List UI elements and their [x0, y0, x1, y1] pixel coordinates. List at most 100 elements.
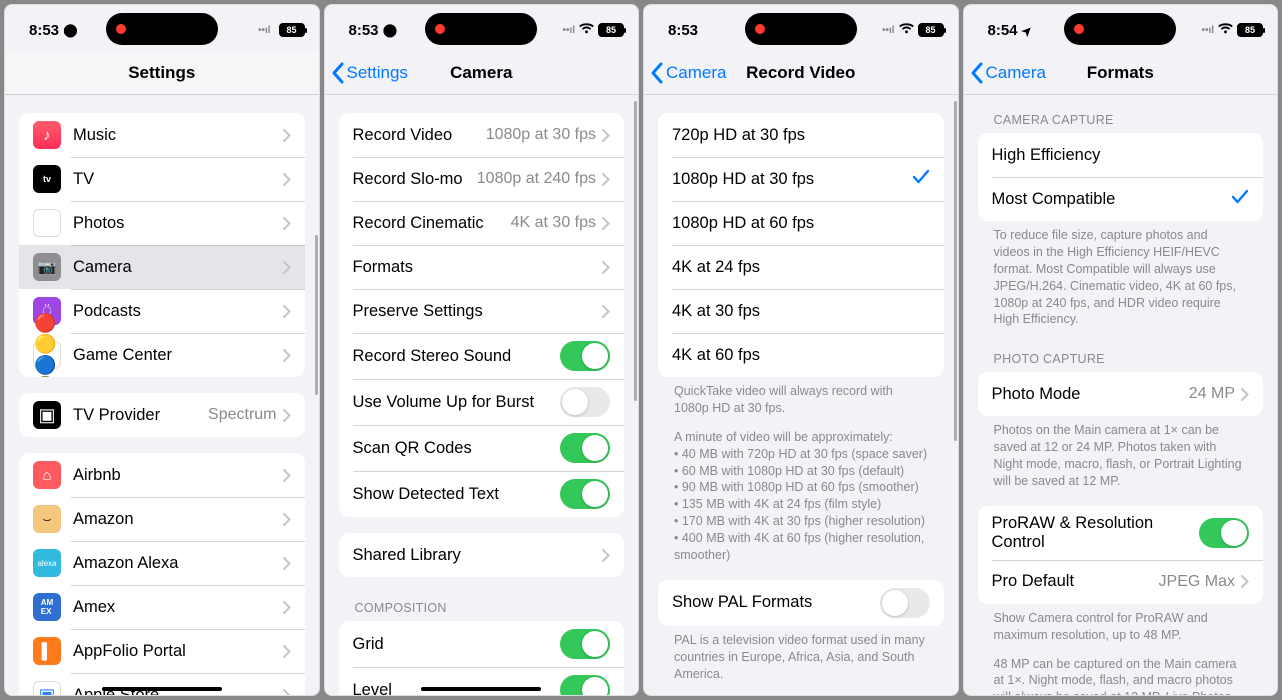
- row-volume-up-burst[interactable]: Use Volume Up for Burst: [339, 379, 625, 425]
- tv-provider-icon: ▣: [33, 401, 61, 429]
- toggle-proraw-control[interactable]: [1199, 518, 1249, 548]
- option-most-compatible[interactable]: Most Compatible: [978, 177, 1264, 221]
- row-formats[interactable]: Formats: [339, 245, 625, 289]
- settings-row-photos[interactable]: ❋ Photos: [19, 201, 305, 245]
- settings-row-alexa[interactable]: alexa Amazon Alexa: [19, 541, 305, 585]
- chevron-right-icon: [283, 469, 291, 482]
- battery-icon: 85: [1237, 23, 1263, 37]
- content-scroll[interactable]: ♪ Music tv TV ❋ Photos 📷 Camera ⍥ P: [5, 95, 319, 695]
- camera-capture-header: CAMERA CAPTURE: [994, 113, 1248, 127]
- option-720p-30[interactable]: 720p HD at 30 fps: [658, 113, 944, 157]
- content-scroll[interactable]: CAMERA CAPTURE High Efficiency Most Comp…: [964, 95, 1278, 695]
- navbar: Settings Camera: [325, 51, 639, 95]
- chevron-right-icon: [283, 689, 291, 696]
- row-grid[interactable]: Grid: [339, 621, 625, 667]
- photo-capture-footer: Photos on the Main camera at 1× can be s…: [994, 422, 1248, 490]
- content-scroll[interactable]: 720p HD at 30 fps 1080p HD at 30 fps 108…: [644, 95, 958, 695]
- back-button[interactable]: Camera: [970, 62, 1046, 84]
- chevron-right-icon: [283, 349, 291, 362]
- camera-group-composition: Grid Level Mirror Front Camera: [339, 621, 625, 695]
- row-record-cinematic[interactable]: Record Cinematic 4K at 30 fps: [339, 201, 625, 245]
- scrollbar[interactable]: [954, 101, 957, 441]
- toggle-level[interactable]: [560, 675, 610, 695]
- amex-icon: AMEX: [33, 593, 61, 621]
- photo-capture-header: PHOTO CAPTURE: [994, 352, 1248, 366]
- phone-settings-root: 8:53 ••ıl 85 Settings ♪ Music tv TV: [4, 4, 320, 696]
- row-record-stereo[interactable]: Record Stereo Sound: [339, 333, 625, 379]
- status-bar: 8:53 ••ıl 85: [5, 5, 319, 51]
- row-scan-qr[interactable]: Scan QR Codes: [339, 425, 625, 471]
- battery-icon: 85: [279, 23, 305, 37]
- chevron-right-icon: [602, 173, 610, 186]
- proraw-footer-2: 48 MP can be captured on the Main camera…: [994, 656, 1248, 696]
- toggle-record-stereo[interactable]: [560, 341, 610, 371]
- status-bar: 8:54 ••ıl 85: [964, 5, 1278, 51]
- content-scroll[interactable]: Record Video 1080p at 30 fps Record Slo-…: [325, 95, 639, 695]
- camera-icon: 📷: [33, 253, 61, 281]
- toggle-scan-qr[interactable]: [560, 433, 610, 463]
- settings-row-airbnb[interactable]: ⌂ Airbnb: [19, 453, 305, 497]
- scrollbar[interactable]: [315, 235, 318, 395]
- settings-row-tv[interactable]: tv TV: [19, 157, 305, 201]
- row-photo-mode[interactable]: Photo Mode 24 MP: [978, 372, 1264, 416]
- status-time: 8:53: [668, 22, 698, 39]
- row-show-pal-formats[interactable]: Show PAL Formats: [658, 580, 944, 626]
- row-record-video[interactable]: Record Video 1080p at 30 fps: [339, 113, 625, 157]
- page-title: Camera: [450, 63, 512, 83]
- scrollbar[interactable]: [634, 101, 637, 401]
- settings-row-appfolio[interactable]: ▌ AppFolio Portal: [19, 629, 305, 673]
- option-high-efficiency[interactable]: High Efficiency: [978, 133, 1264, 177]
- chevron-right-icon: [283, 557, 291, 570]
- navbar: Camera Formats: [964, 51, 1278, 95]
- toggle-grid[interactable]: [560, 629, 610, 659]
- toggle-show-detected-text[interactable]: [560, 479, 610, 509]
- settings-row-apple-store[interactable]: ▣ Apple Store: [19, 673, 305, 695]
- back-button[interactable]: Settings: [331, 62, 408, 84]
- video-resolution-group: 720p HD at 30 fps 1080p HD at 30 fps 108…: [658, 113, 944, 377]
- back-button[interactable]: Camera: [650, 62, 726, 84]
- cellular-icon: ••ıl: [258, 25, 271, 36]
- chevron-right-icon: [602, 217, 610, 230]
- dynamic-island[interactable]: [1064, 13, 1176, 45]
- home-indicator[interactable]: [102, 687, 222, 691]
- home-indicator[interactable]: [421, 687, 541, 691]
- photos-icon: ❋: [33, 209, 61, 237]
- chevron-right-icon: [283, 305, 291, 318]
- mute-icon: [63, 22, 78, 39]
- chevron-right-icon: [283, 645, 291, 658]
- option-4k-60[interactable]: 4K at 60 fps: [658, 333, 944, 377]
- pal-footer: PAL is a television video format used in…: [674, 632, 928, 683]
- dynamic-island[interactable]: [745, 13, 857, 45]
- option-4k-24[interactable]: 4K at 24 fps: [658, 245, 944, 289]
- recording-indicator-icon: [1074, 24, 1084, 34]
- page-title: Formats: [1087, 63, 1154, 83]
- row-preserve-settings[interactable]: Preserve Settings: [339, 289, 625, 333]
- tv-icon: tv: [33, 165, 61, 193]
- chevron-right-icon: [283, 513, 291, 526]
- option-4k-30[interactable]: 4K at 30 fps: [658, 289, 944, 333]
- back-label: Camera: [666, 63, 726, 83]
- settings-row-amazon[interactable]: ⌣ Amazon: [19, 497, 305, 541]
- row-show-detected-text[interactable]: Show Detected Text: [339, 471, 625, 517]
- settings-row-podcasts[interactable]: ⍥ Podcasts: [19, 289, 305, 333]
- settings-row-amex[interactable]: AMEX Amex: [19, 585, 305, 629]
- row-pro-default[interactable]: Pro Default JPEG Max: [978, 560, 1264, 604]
- option-1080p-60[interactable]: 1080p HD at 60 fps: [658, 201, 944, 245]
- settings-row-camera[interactable]: 📷 Camera: [19, 245, 305, 289]
- checkmark-icon: [912, 168, 930, 191]
- toggle-volume-up-burst[interactable]: [560, 387, 610, 417]
- row-proraw-control[interactable]: ProRAW & Resolution Control: [978, 506, 1264, 560]
- row-record-slomo[interactable]: Record Slo-mo 1080p at 240 fps: [339, 157, 625, 201]
- dynamic-island[interactable]: [425, 13, 537, 45]
- dynamic-island[interactable]: [106, 13, 218, 45]
- option-1080p-30[interactable]: 1080p HD at 30 fps: [658, 157, 944, 201]
- page-title: Settings: [128, 63, 195, 83]
- chevron-right-icon: [1241, 388, 1249, 401]
- settings-row-tv-provider[interactable]: ▣ TV Provider Spectrum: [19, 393, 305, 437]
- chevron-right-icon: [283, 217, 291, 230]
- row-shared-library[interactable]: Shared Library: [339, 533, 625, 577]
- apple-store-icon: ▣: [33, 681, 61, 695]
- settings-row-game-center[interactable]: 🔴🟡🔵🟢 Game Center: [19, 333, 305, 377]
- settings-row-music[interactable]: ♪ Music: [19, 113, 305, 157]
- toggle-show-pal-formats[interactable]: [880, 588, 930, 618]
